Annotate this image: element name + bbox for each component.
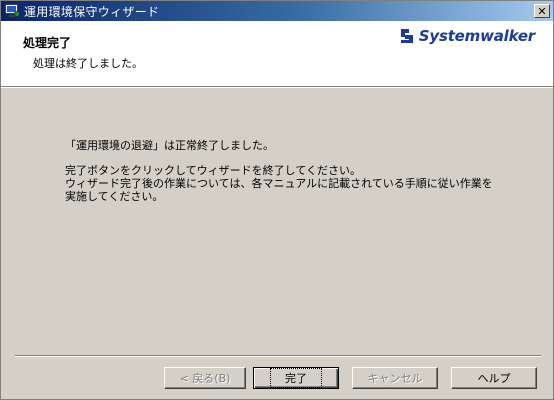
finish-button[interactable]: 完了 [253, 367, 339, 389]
header-divider [1, 87, 553, 88]
instruction-line-2: ウィザード完了後の作業については、各マニュアルに記載されている手順に従い作業を [65, 177, 493, 190]
help-button-label: ヘルプ [477, 372, 511, 385]
logo-mark-icon [400, 28, 417, 44]
page-subtitle: 処理は終了しました。 [33, 57, 143, 70]
cancel-button[interactable]: キャンセル [352, 367, 438, 389]
result-message: 「運用環境の退避」は正常終了しました。 [65, 139, 274, 152]
wizard-window: 運用環境保守ウィザード ✕ 処理完了 処理は終了しました。 Systemwalk… [0, 0, 554, 400]
systemwalker-logo: Systemwalker [400, 27, 535, 45]
computer-icon [4, 3, 20, 19]
window-title: 運用環境保守ウィザード [24, 4, 160, 19]
title-bar[interactable]: 運用環境保守ウィザード ✕ [1, 1, 553, 21]
wizard-header: 処理完了 処理は終了しました。 Systemwalker [1, 21, 553, 87]
back-button-label: < 戻る(B) [179, 372, 231, 385]
close-button[interactable]: ✕ [534, 4, 550, 18]
finish-button-label: 完了 [270, 368, 322, 388]
cancel-button-label: キャンセル [367, 372, 423, 385]
page-title: 処理完了 [23, 36, 72, 50]
logo-text: Systemwalker [418, 27, 535, 45]
instruction-line-3: 実施してください。 [65, 190, 164, 203]
footer-divider [15, 355, 541, 357]
instruction-line-1: 完了ボタンをクリックしてウィザードを終了してください。 [65, 164, 362, 177]
back-button[interactable]: < 戻る(B) [164, 367, 246, 389]
help-button[interactable]: ヘルプ [451, 367, 537, 389]
close-icon: ✕ [537, 4, 547, 18]
message-body: 「運用環境の退避」は正常終了しました。 完了ボタンをクリックしてウィザードを終了… [65, 139, 493, 203]
